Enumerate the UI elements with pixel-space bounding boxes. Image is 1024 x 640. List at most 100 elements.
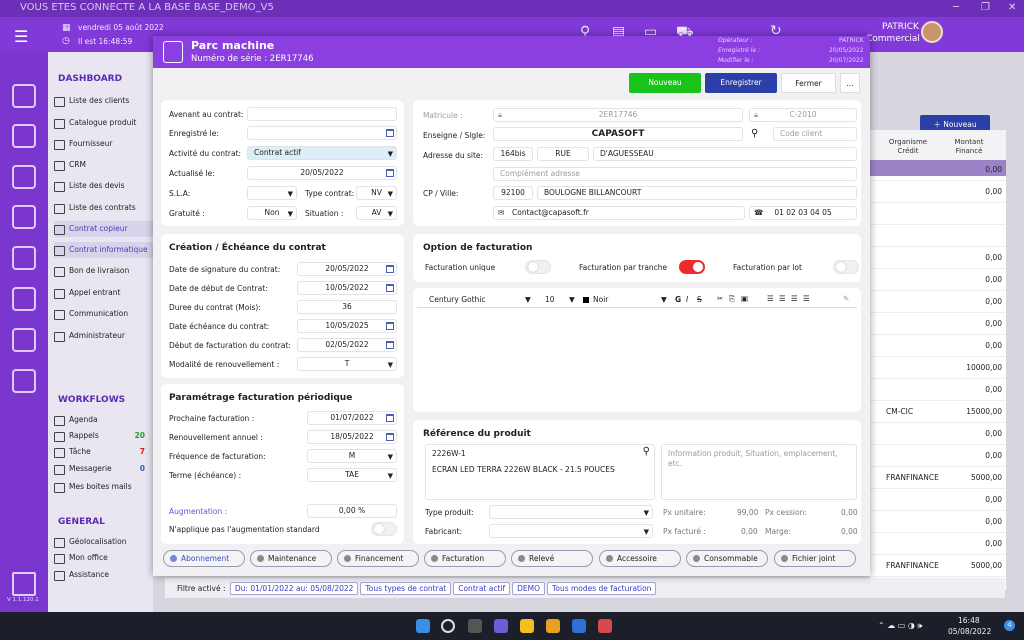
italic-button[interactable]: I (686, 295, 688, 304)
explorer-icon[interactable] (546, 619, 560, 633)
col-organisme[interactable]: Organisme Crédit (884, 138, 932, 156)
table-row[interactable] (870, 204, 1006, 225)
more-button[interactable]: ... (840, 73, 860, 93)
increase-field[interactable]: 0,00 % (307, 504, 397, 518)
filter-chip[interactable]: Contrat actif (453, 582, 511, 595)
task-view-icon[interactable] (468, 619, 482, 633)
table-row[interactable]: 0,00 (870, 380, 1006, 401)
creation-field[interactable]: 02/05/2022 (297, 338, 397, 352)
menu-item-rappels[interactable]: Rappels 20 (54, 428, 153, 444)
billing-param-field[interactable]: TAE ▼ (307, 468, 397, 482)
calculator-icon[interactable] (12, 287, 36, 311)
truck-icon[interactable] (12, 205, 36, 229)
maker-select[interactable]: ▼ (489, 524, 653, 538)
lot-billing-toggle[interactable] (833, 260, 859, 274)
tray-icons[interactable]: ⌃ ☁ ▭ ◑ 🕪︎ (878, 621, 922, 631)
tab-1[interactable]: Maintenance (250, 550, 332, 567)
no-increase-toggle[interactable] (371, 522, 397, 536)
table-row[interactable]: 0,00 (870, 182, 1006, 203)
tab-5[interactable]: Accessoire (599, 550, 681, 567)
cut-icon[interactable]: ✂ (717, 294, 723, 303)
creation-field[interactable]: 20/05/2022 (297, 262, 397, 276)
contract-type-select[interactable]: NV ▼ (356, 186, 397, 200)
app2-icon[interactable] (598, 619, 612, 633)
product-code[interactable]: 2226W-1 (432, 449, 466, 458)
align-center-icon[interactable]: ☰ (779, 294, 786, 303)
sla-select[interactable]: ▼ (247, 186, 297, 200)
table-row[interactable]: 0,00 (870, 424, 1006, 445)
table-row[interactable]: 0,00 (870, 490, 1006, 511)
avenant-field[interactable] (247, 107, 397, 121)
tab-2[interactable]: Financement (337, 550, 419, 567)
chart-icon[interactable] (12, 328, 36, 352)
menu-item-contrat-informatique[interactable]: Contrat informatique (54, 242, 153, 258)
filter-chip[interactable]: Tous types de contrat (360, 582, 452, 595)
city-field[interactable]: BOULOGNE BILLANCOURT (537, 186, 857, 200)
sticky-notes-icon[interactable] (520, 619, 534, 633)
home-icon[interactable] (12, 84, 36, 108)
gratuity-select[interactable]: Non ▼ (247, 206, 297, 220)
maximize-icon[interactable]: ❐ (981, 2, 990, 13)
close-icon[interactable]: ✕ (1008, 2, 1016, 13)
street-name-field[interactable]: D'AGUESSEAU (593, 147, 857, 161)
table-row[interactable]: 0,00 (870, 512, 1006, 533)
bold-button[interactable]: G (675, 295, 681, 304)
creation-field[interactable]: 10/05/2022 (297, 281, 397, 295)
menu-item-fournisseur[interactable]: Fournisseur (54, 136, 153, 152)
logout-icon[interactable] (12, 572, 36, 596)
table-row[interactable]: FRANFINANCE 5000,00 (870, 468, 1006, 489)
copy-icon[interactable]: ⎘ (729, 294, 735, 304)
justify-icon[interactable]: ☰ (803, 294, 810, 303)
product-type-select[interactable]: ▼ (489, 505, 653, 519)
billing-param-field[interactable]: 01/07/2022 (307, 411, 397, 425)
avatar[interactable] (921, 21, 943, 43)
tab-0[interactable]: Abonnement (163, 550, 245, 567)
start-icon[interactable] (416, 619, 430, 633)
client-code-input[interactable]: Code client (773, 127, 857, 141)
tab-7[interactable]: Fichier joint (774, 550, 856, 567)
filter-chip[interactable]: Tous modes de facturation (547, 582, 657, 595)
billing-param-field[interactable]: 18/05/2022 (307, 430, 397, 444)
tab-6[interactable]: Consommable (686, 550, 768, 567)
menu-item-clients[interactable]: Liste des clients (54, 93, 153, 109)
paste-icon[interactable]: ▣ (741, 294, 748, 303)
table-row[interactable]: 0,00 (870, 314, 1006, 335)
updated-date-field[interactable]: 20/05/2022 (247, 166, 397, 180)
product-search-box[interactable]: 2226W-1 ⚲ ECRAN LED TERRA 2226W BLACK - … (425, 444, 655, 500)
table-row[interactable]: 0,00 (870, 446, 1006, 467)
minimize-icon[interactable]: ─ (953, 2, 959, 13)
menu-item-mon-office[interactable]: Mon office (54, 550, 153, 566)
color-select[interactable]: Noir (593, 295, 608, 304)
situation-select[interactable]: AV ▼ (356, 206, 397, 220)
creation-field[interactable]: T ▼ (297, 357, 397, 371)
menu-item-tache[interactable]: Tâche 7 (54, 444, 153, 460)
font-size-select[interactable]: 10 (545, 295, 555, 304)
table-row[interactable]: 0,00 (870, 336, 1006, 357)
filter-chip[interactable]: DEMO (512, 582, 546, 595)
menu-item-assistance[interactable]: Assistance (54, 567, 153, 583)
menu-item-contrats[interactable]: Liste des contrats (54, 200, 153, 216)
editor-area[interactable] (417, 310, 857, 408)
menu-item-appel-entrant[interactable]: Appel entrant (54, 285, 153, 301)
street-type-field[interactable]: RUE (537, 147, 589, 161)
teams-icon[interactable] (494, 619, 508, 633)
search-icon[interactable]: ⚲ (751, 128, 758, 139)
factory-icon[interactable] (12, 124, 36, 148)
handshake-icon[interactable] (12, 165, 36, 189)
new-button[interactable]: Nouveau (629, 73, 701, 93)
filter-chip[interactable]: Du: 01/01/2022 au: 05/08/2022 (229, 582, 359, 595)
hamburger-menu-icon[interactable]: ☰ (14, 27, 28, 46)
strike-button[interactable]: S (697, 295, 702, 304)
col-montant[interactable]: Montant Financé (952, 138, 986, 156)
menu-item-bon-livraison[interactable]: Bon de livraison (54, 263, 153, 279)
menu-item-agenda[interactable]: Agenda (54, 412, 153, 428)
registered-date-field[interactable] (247, 126, 397, 140)
billing-param-field[interactable]: M ▼ (307, 449, 397, 463)
phone-field[interactable]: ☎ 01 02 03 04 05 (749, 206, 857, 220)
menu-item-contrat-copieur[interactable]: Contrat copieur (54, 221, 153, 237)
font-select[interactable]: Century Gothic (429, 295, 486, 304)
menu-item-devis[interactable]: Liste des devis (54, 178, 153, 194)
tab-4[interactable]: Relevé (511, 550, 593, 567)
register-icon[interactable] (12, 246, 36, 270)
app-icon[interactable] (572, 619, 586, 633)
